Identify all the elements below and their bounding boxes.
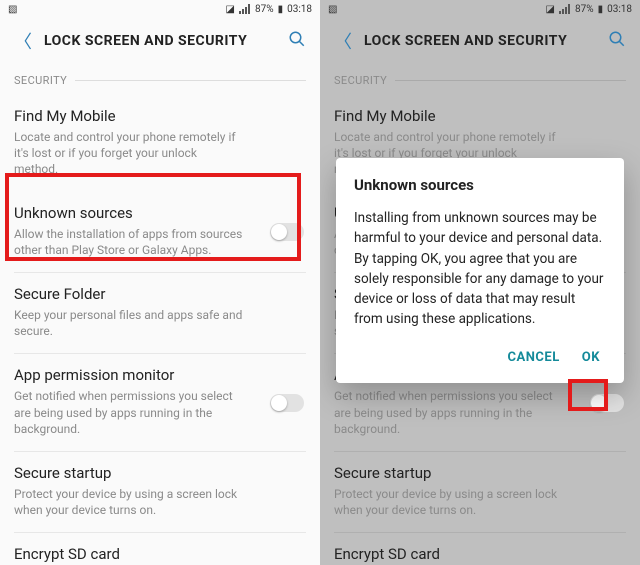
image-icon: ▧ [328, 4, 337, 15]
item-subtitle: Get notified when permissions you select… [334, 388, 564, 437]
toggle-unknown-sources[interactable] [270, 223, 304, 241]
section-label: SECURITY [334, 74, 387, 87]
battery-pct: 87% [255, 4, 274, 15]
phone-right: ▧ ◪ 87% ▮ 03:18 〈 LOCK SCREEN AND SECURI… [320, 0, 640, 565]
item-subtitle: Keep your personal files and apps safe a… [14, 307, 244, 339]
section-label: SECURITY [14, 74, 67, 87]
item-secure-startup[interactable]: Secure startup Protect your device by us… [14, 452, 306, 533]
item-subtitle: Allow the installation of apps from sour… [14, 226, 244, 258]
item-encrypt-sd[interactable]: Encrypt SD card No SD card inserted [14, 533, 306, 565]
item-title: Find My Mobile [334, 107, 626, 125]
item-title: Encrypt SD card [14, 545, 306, 563]
app-header: 〈 LOCK SCREEN AND SECURITY [0, 18, 320, 64]
image-icon: ▧ [8, 4, 17, 15]
item-subtitle: Protect your device by using a screen lo… [14, 486, 244, 518]
signal-icon [239, 4, 251, 14]
search-icon[interactable] [288, 30, 306, 52]
battery-saver-icon: ◪ [546, 4, 555, 15]
divider [395, 80, 626, 81]
item-unknown-sources[interactable]: Unknown sources Allow the installation o… [14, 192, 306, 273]
item-secure-folder[interactable]: Secure Folder Keep your personal files a… [14, 273, 306, 354]
item-title: Secure startup [14, 464, 306, 482]
page-title: LOCK SCREEN AND SECURITY [44, 33, 276, 49]
status-bar: ▧ ◪ 87% ▮ 03:18 [0, 0, 320, 18]
app-header: 〈 LOCK SCREEN AND SECURITY [320, 18, 640, 64]
item-title: App permission monitor [14, 366, 306, 384]
back-icon[interactable]: 〈 [334, 28, 352, 54]
back-icon[interactable]: 〈 [14, 28, 32, 54]
item-encrypt-sd: Encrypt SD card No SD card inserted [334, 533, 626, 565]
battery-icon: ▮ [598, 4, 604, 15]
clock: 03:18 [607, 4, 632, 15]
item-app-permission-monitor[interactable]: App permission monitor Get notified when… [14, 354, 306, 452]
dialog-unknown-sources: Unknown sources Installing from unknown … [336, 158, 624, 383]
clock: 03:18 [287, 4, 312, 15]
divider [75, 80, 306, 81]
battery-icon: ▮ [278, 4, 284, 15]
item-title: Find My Mobile [14, 107, 306, 125]
item-title: Secure startup [334, 464, 626, 482]
status-bar: ▧ ◪ 87% ▮ 03:18 [320, 0, 640, 18]
battery-saver-icon: ◪ [226, 4, 235, 15]
dialog-body: Installing from unknown sources may be h… [354, 208, 606, 330]
settings-list: SECURITY Find My Mobile Locate and contr… [0, 74, 320, 565]
item-secure-startup: Secure startup Protect your device by us… [334, 452, 626, 533]
cancel-button[interactable]: CANCEL [508, 350, 560, 365]
ok-button[interactable]: OK [582, 350, 600, 365]
signal-icon [559, 4, 571, 14]
toggle-app-permission[interactable] [270, 394, 304, 412]
item-find-my-mobile[interactable]: Find My Mobile Locate and control your p… [14, 95, 306, 192]
item-subtitle: Get notified when permissions you select… [14, 388, 244, 437]
phone-left: ▧ ◪ 87% ▮ 03:18 〈 LOCK SCREEN AND SECURI… [0, 0, 320, 565]
item-subtitle: Protect your device by using a screen lo… [334, 486, 564, 518]
battery-pct: 87% [575, 4, 594, 15]
page-title: LOCK SCREEN AND SECURITY [364, 33, 596, 49]
dialog-actions: CANCEL OK [354, 344, 606, 373]
item-title: Encrypt SD card [334, 545, 626, 563]
search-icon[interactable] [608, 30, 626, 52]
toggle-app-permission [590, 394, 624, 412]
dialog-title: Unknown sources [354, 176, 606, 194]
item-title: Unknown sources [14, 204, 306, 222]
item-subtitle: Locate and control your phone remotely i… [14, 129, 244, 178]
item-title: Secure Folder [14, 285, 306, 303]
